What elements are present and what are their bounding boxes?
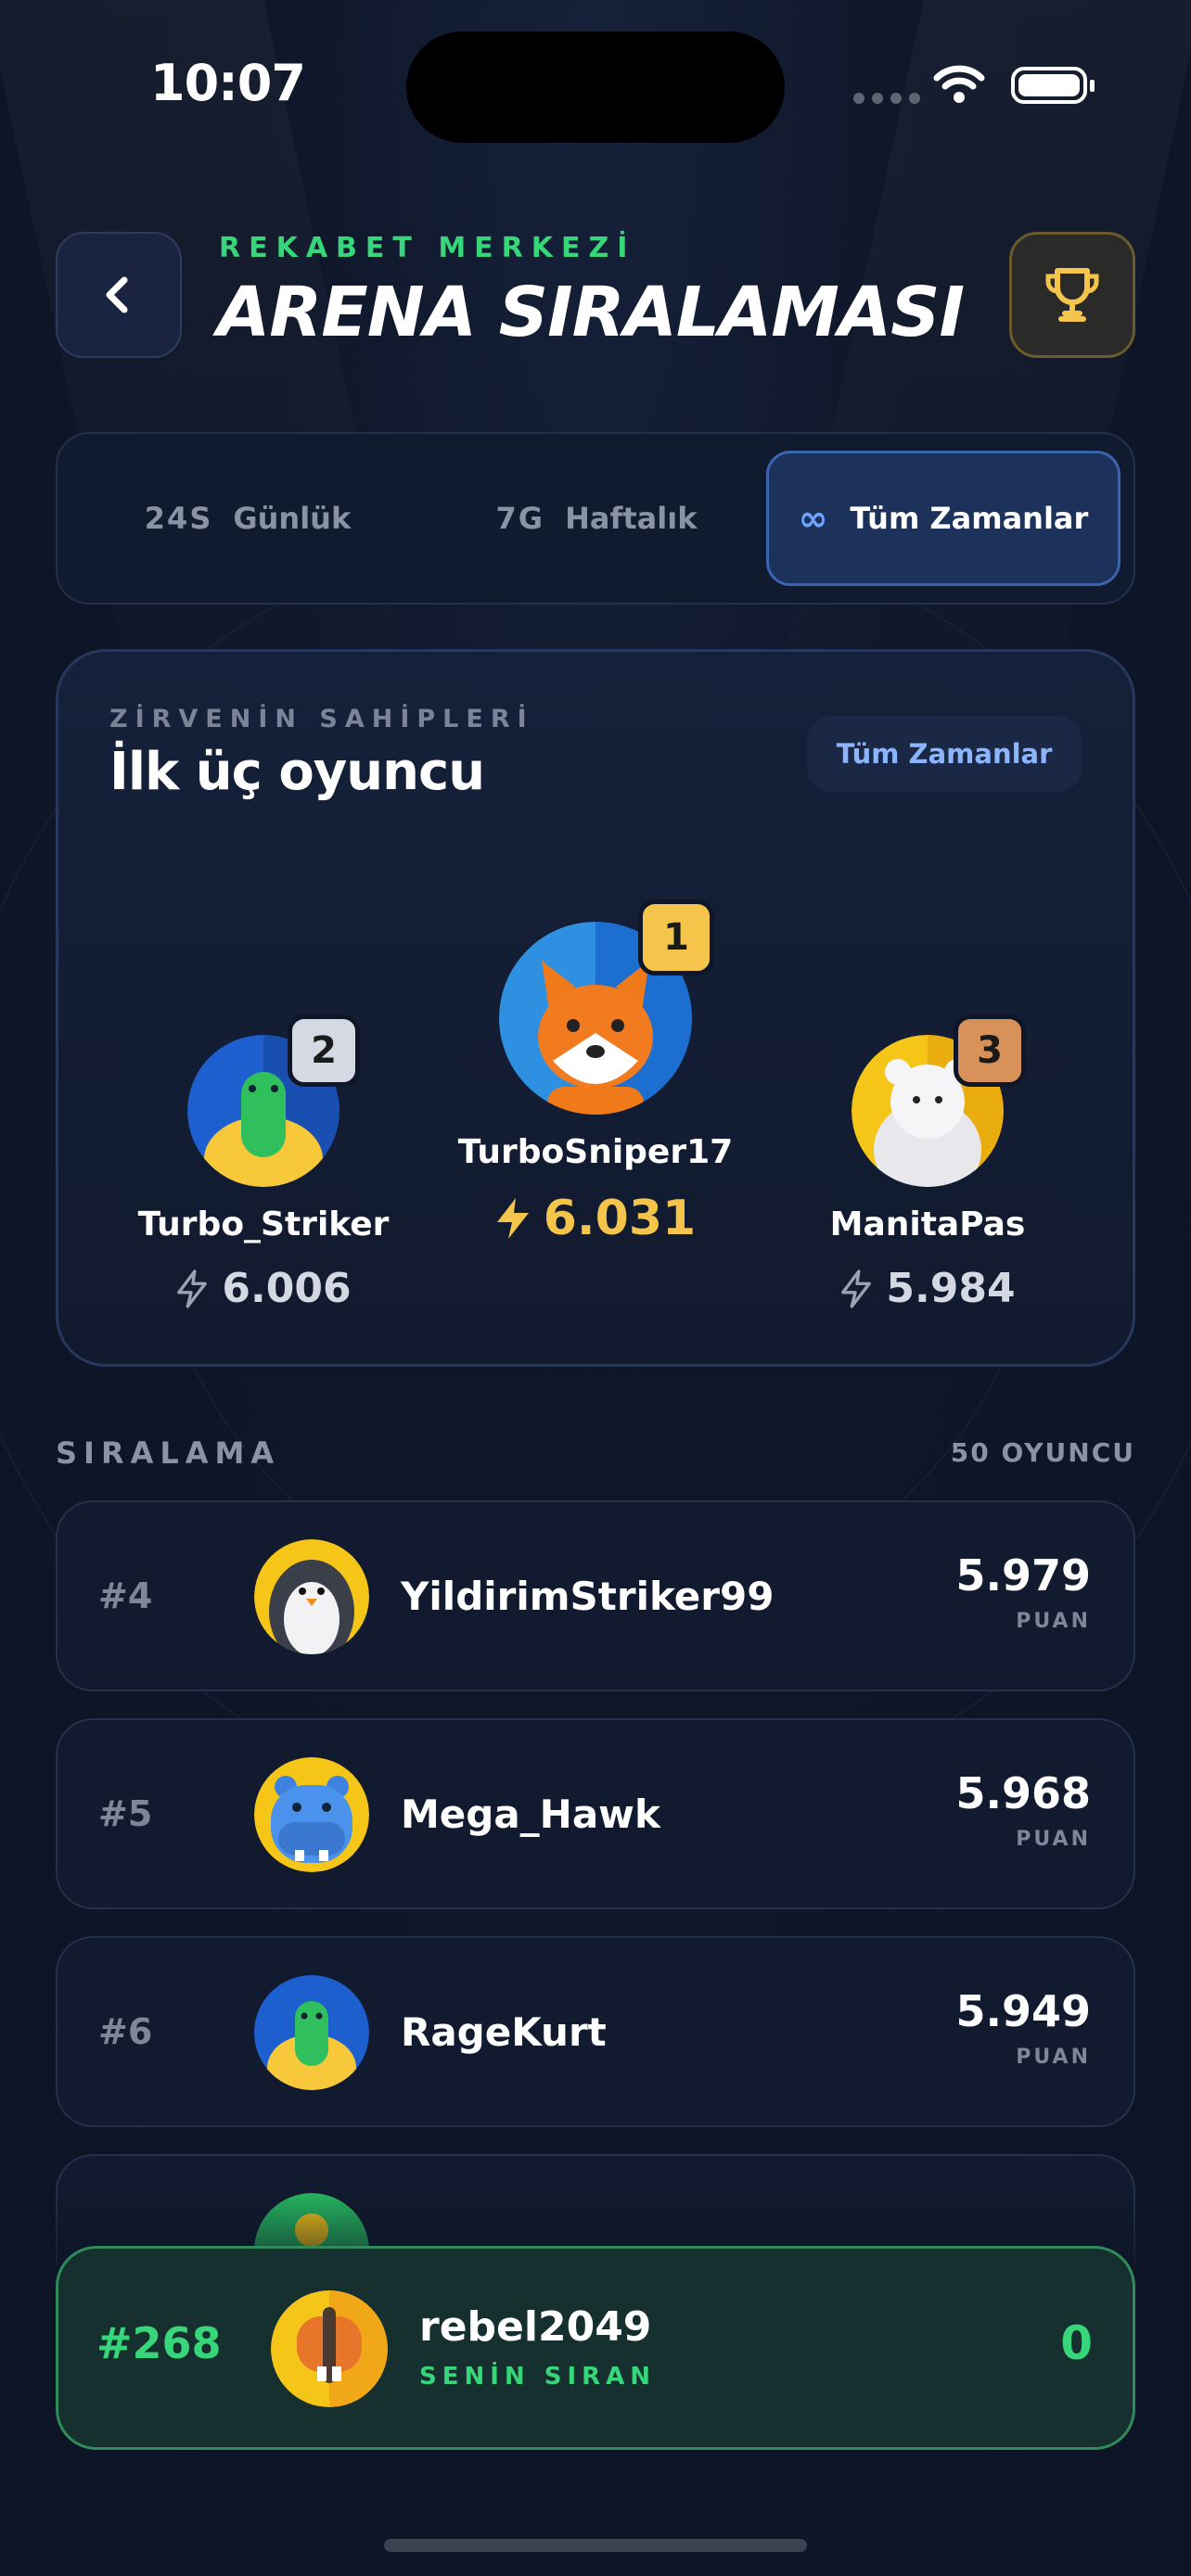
period-tabs: 24S Günlük 7G Haftalık ∞ Tüm Zamanlar [56,432,1135,605]
third-player-score: 5.984 [742,1265,1113,1312]
ranking-row[interactable]: #6 RageKurt 5.949 PUAN [56,1936,1135,2127]
hippo-avatar-icon [254,1757,369,1872]
battery-icon [1011,67,1095,104]
tab-prefix: 24S [144,501,213,536]
beaver-avatar-icon [271,2290,388,2407]
trophy-icon [1045,268,1099,322]
bolt-icon [496,1198,529,1239]
first-player-name[interactable]: TurboSniper17 [410,1133,781,1171]
my-score: 0 [1060,2316,1093,2370]
tab-label: Günlük [233,501,352,536]
rank-badge-third: 3 [954,1014,1026,1087]
tab-prefix: 7G [495,501,545,536]
tab-all-time[interactable]: ∞ Tüm Zamanlar [766,451,1121,586]
home-indicator[interactable] [384,2539,807,2552]
row-username: Mega_Hawk [401,1791,660,1837]
row-score: 5.979 [955,1550,1091,1600]
chevron-left-icon [106,276,128,313]
rank-badge-first: 1 [638,899,714,976]
score-value: 6.031 [543,1191,697,1246]
rank-badge-second: 2 [288,1014,360,1087]
row-score: 5.949 [955,1986,1091,2036]
row-rank: #4 [98,1575,153,1616]
status-time: 10:07 [150,54,306,112]
tab-daily[interactable]: 24S Günlük [76,451,419,586]
back-button[interactable] [56,232,182,358]
points-label: PUAN [1016,2046,1091,2069]
ranking-row[interactable]: #4 YildirimStriker99 5.979 PUAN [56,1500,1135,1691]
podium-title: İlk üç oyuncu [109,742,485,802]
points-label: PUAN [1016,1828,1091,1851]
avatar [254,1975,369,2090]
tab-label: Haftalık [565,501,698,536]
my-avatar [271,2290,388,2407]
signal-icon [853,93,920,104]
period-chip: Tüm Zamanlar [807,716,1082,792]
page-title: ARENA SIRALAMASI [217,273,965,352]
avatar [254,1539,369,1654]
penguin-avatar-icon [254,1539,369,1654]
row-username: YildirimStriker99 [401,1573,775,1619]
first-player-score: 6.031 [410,1191,781,1246]
second-player-score: 6.006 [78,1265,449,1312]
third-player-name[interactable]: ManitaPas [742,1205,1113,1243]
wifi-icon [933,65,985,103]
bolt-icon [177,1269,208,1308]
row-username: RageKurt [401,2009,607,2055]
header-kicker: REKABET MERKEZİ [219,232,636,264]
trophy-button[interactable] [1009,232,1135,358]
my-username: rebel2049 [419,2303,652,2351]
score-value: 5.984 [886,1265,1016,1312]
infinity-icon: ∞ [798,498,830,539]
my-rank: #268 [96,2318,222,2368]
points-label: PUAN [1016,1610,1091,1633]
ranking-row[interactable]: #5 Mega_Hawk 5.968 PUAN [56,1718,1135,1909]
my-rank-label: SENİN SIRAN [419,2363,657,2391]
score-value: 6.006 [222,1265,352,1312]
avatar [254,1757,369,1872]
second-player-name[interactable]: Turbo_Striker [78,1205,449,1243]
tab-label: Tüm Zamanlar [850,501,1089,536]
row-score: 5.968 [955,1768,1091,1818]
turtle-avatar-icon [254,1975,369,2090]
podium-kicker: ZİRVENİN SAHİPLERİ [109,705,534,733]
bolt-icon [841,1269,872,1308]
player-count: 50 OYUNCU [950,1437,1135,1468]
row-rank: #5 [98,1793,153,1834]
ranking-heading: SIRALAMA [56,1435,281,1471]
dynamic-island [406,32,785,143]
tab-weekly[interactable]: 7G Haftalık [425,451,768,586]
row-rank: #6 [98,2011,153,2052]
